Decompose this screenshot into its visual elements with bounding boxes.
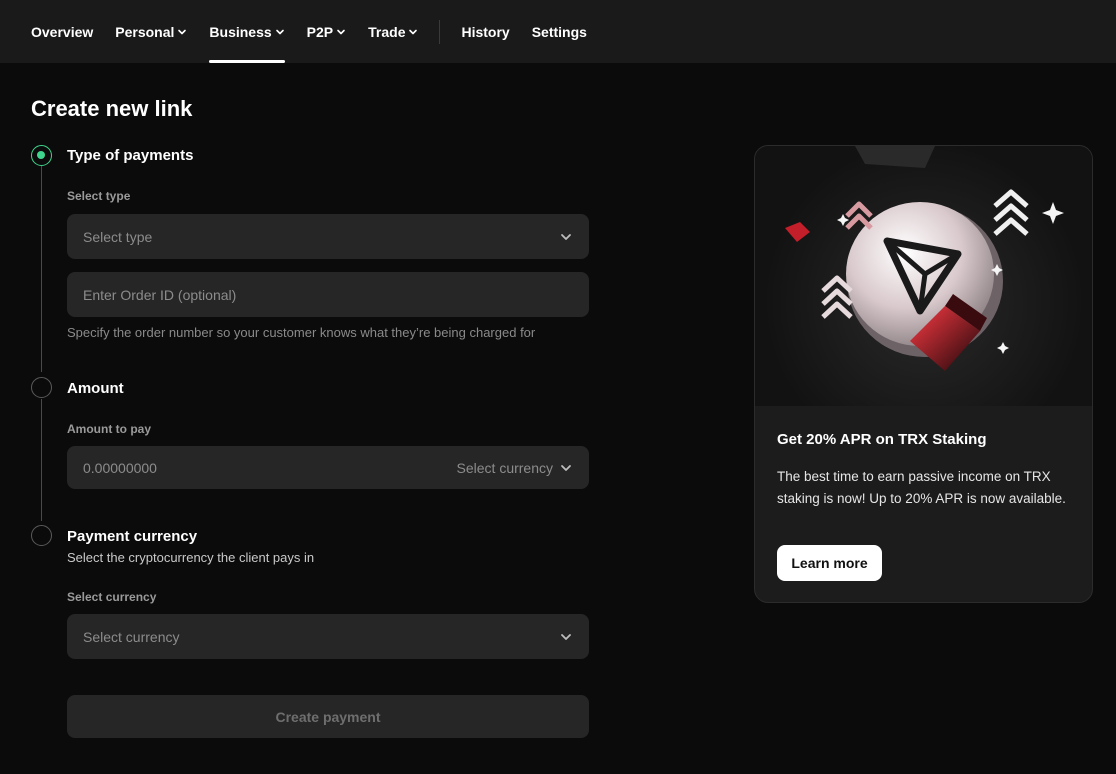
chevron-down-icon (561, 233, 571, 240)
step-indicator-active (31, 145, 52, 166)
create-payment-button[interactable]: Create payment (67, 695, 589, 738)
nav-history[interactable]: History (461, 0, 509, 63)
promo-text: The best time to earn passive income on … (777, 469, 1066, 506)
select-currency-placeholder: Select currency (83, 628, 180, 645)
promo-card: Get 20% APR on TRX Staking The best time… (754, 145, 1093, 603)
nav-overview[interactable]: Overview (31, 0, 93, 63)
chevron-down-icon (561, 464, 571, 471)
nav-personal[interactable]: Personal (115, 0, 187, 63)
chevron-down-icon (409, 29, 418, 34)
step-connector (41, 399, 42, 521)
learn-more-button[interactable]: Learn more (777, 545, 882, 581)
select-type-dropdown[interactable]: Select type (67, 214, 589, 259)
amount-currency-select[interactable]: Select currency (457, 460, 573, 476)
select-type-placeholder: Select type (83, 228, 153, 245)
nav-business[interactable]: Business (209, 0, 285, 63)
order-id-helper: Specify the order number so your custome… (67, 325, 536, 340)
chevron-down-icon (337, 29, 345, 34)
nav-p2p[interactable]: P2P (307, 0, 346, 63)
amount-field[interactable]: Select currency (67, 446, 589, 489)
step-title-currency: Payment currency (67, 528, 198, 545)
step-indicator (31, 525, 52, 546)
order-id-field[interactable] (67, 272, 589, 317)
nav-p2p-label: P2P (306, 23, 334, 40)
nav-history-label: History (461, 23, 510, 40)
currency-subtitle: Select the cryptocurrency the client pay… (67, 550, 315, 565)
nav-trade-label: Trade (368, 23, 406, 40)
nav-settings-label: Settings (531, 23, 587, 40)
step-title-type: Type of payments (67, 147, 194, 164)
promo-title: Get 20% APR on TRX Staking (777, 431, 987, 448)
nav-business-label: Business (209, 23, 272, 40)
order-id-input[interactable] (83, 286, 573, 303)
amount-label: Amount to pay (67, 422, 151, 436)
nav-divider (439, 19, 441, 44)
step-indicator (31, 377, 52, 398)
page-title: Create new link (31, 96, 193, 121)
nav-overview-label: Overview (31, 23, 94, 40)
tron-coin-icon (785, 146, 1064, 371)
select-currency-label: Select currency (67, 590, 157, 604)
step-title-amount: Amount (67, 380, 124, 397)
promo-image (755, 146, 1092, 406)
amount-input[interactable] (83, 459, 383, 476)
chevron-down-icon (561, 633, 571, 640)
nav-personal-label: Personal (115, 23, 175, 40)
amount-currency-placeholder: Select currency (456, 459, 553, 476)
chevron-down-icon (178, 29, 187, 34)
nav-settings[interactable]: Settings (532, 0, 587, 63)
select-currency-dropdown[interactable]: Select currency (67, 614, 589, 659)
top-nav: Overview Personal Business P2P Trade His… (0, 0, 1116, 63)
step-connector (41, 166, 42, 372)
select-type-label: Select type (67, 189, 131, 203)
chevron-down-icon (275, 29, 284, 34)
nav-trade[interactable]: Trade (368, 0, 418, 63)
